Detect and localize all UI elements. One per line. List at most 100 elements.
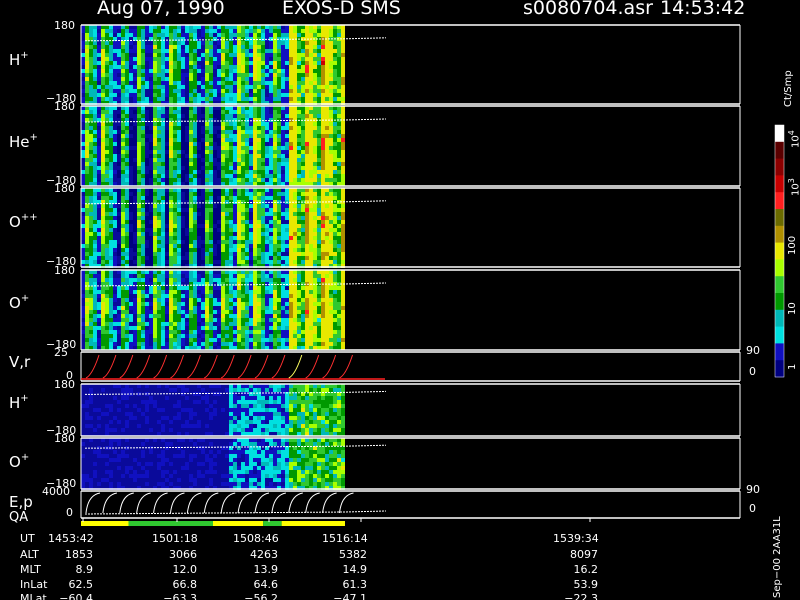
right-tick-bottom: 0 [749, 502, 756, 515]
panel-label-sup: ++ [20, 212, 38, 223]
table-cell: 16.2 [573, 563, 599, 576]
vr-sweep-curve [136, 354, 151, 379]
vr-sweep-curve [204, 354, 218, 379]
qa-label: QA [9, 510, 29, 525]
vr-sweep-curve [237, 354, 252, 379]
ep-sweep-curve [119, 492, 134, 514]
vr-sweep-curve [119, 354, 134, 379]
ep-sweep-curve [288, 492, 303, 514]
y-tick-max: 25 [54, 346, 68, 359]
panel-label-he-plus: He+ [9, 132, 38, 151]
table-cell: 62.5 [68, 578, 94, 591]
colorbar-label-10e4: 104 [787, 130, 800, 148]
colorbar-swatch-2 [775, 158, 784, 176]
colorbar-swatch-1 [775, 141, 784, 160]
ep-sweep-curve [153, 492, 168, 514]
vr-sweep-curve [102, 354, 117, 379]
table-cell: −60.4 [59, 592, 93, 600]
right-tick-bottom: 0 [749, 365, 756, 378]
vr-sweep-curve [322, 354, 337, 379]
y-tick-max: 180 [54, 378, 75, 391]
panel-label-sup: + [29, 132, 38, 143]
colorbar-swatch-0 [775, 125, 784, 143]
y-tick-min: 0 [66, 506, 73, 519]
ep-sweep-curve [322, 492, 337, 514]
colorbar-label-10e3: 103 [787, 178, 800, 196]
colorbar-swatch-7 [775, 242, 784, 260]
ep-trace-line [84, 510, 387, 515]
panel-label-sup: + [20, 293, 30, 304]
ep-sweep-curve [102, 492, 118, 514]
ep-sweep-curve [254, 492, 270, 514]
row-label-mlt: MLT [20, 563, 41, 576]
panel-label-text: O [9, 453, 21, 471]
table-cell: 66.8 [172, 578, 198, 591]
qa-segment-3 [263, 521, 282, 526]
colorbar-swatch-10 [775, 293, 784, 311]
colorbar-swatch-5 [775, 209, 784, 227]
panel-label-h-plus-2: H+ [9, 393, 29, 412]
sms-spectrogram-page: { "header":{"date":"Aug 07, 1990","instr… [0, 0, 800, 600]
row-label-inlat: InLat [20, 578, 48, 591]
panel-label-vr: V,r [9, 353, 30, 371]
colorbar-unit: Ct/Smp [783, 70, 794, 107]
qa-segment-4 [281, 521, 345, 526]
table-cell: 1516:14 [322, 532, 368, 545]
vr-sweep-curve [187, 354, 201, 379]
vr-sweep-curve [288, 354, 303, 379]
colorbar-swatch-9 [775, 276, 784, 294]
table-cell: 61.3 [342, 578, 368, 591]
qa-segment-2 [213, 521, 264, 526]
table-cell: 3066 [169, 548, 197, 561]
table-cell: 14.9 [342, 563, 368, 576]
colorbar-swatch-4 [775, 192, 784, 210]
table-cell: 1853 [65, 548, 93, 561]
panel-label-text: H [9, 394, 21, 412]
panel-label-ep: E,p [9, 493, 33, 511]
panel-label-text: O [9, 213, 21, 231]
spectrogram-chart [80, 24, 785, 526]
table-cell: −47.1 [333, 592, 367, 600]
colorbar-swatch-8 [775, 259, 784, 277]
colorbar-swatch-12 [775, 326, 784, 344]
panel-label-text: H [9, 51, 21, 69]
panel-label-text: He [9, 133, 30, 151]
table-cell: 1501:18 [152, 532, 198, 545]
panel-label-text: V,r [9, 353, 31, 371]
panel-label-text: E,p [9, 493, 33, 511]
ep-sweep-curve [203, 492, 219, 514]
table-cell: 12.0 [172, 563, 198, 576]
ep-sweep-curve [305, 492, 320, 514]
colorbar-swatch-3 [775, 175, 784, 193]
ep-sweep-curve [271, 492, 287, 514]
vr-sweep-curve [220, 354, 235, 379]
ep-sweep-curve [339, 492, 354, 514]
ep-sweep-curve [136, 492, 151, 514]
ep-sweep-curve [85, 492, 101, 514]
y-tick-max: 180 [54, 182, 75, 195]
table-cell: −56.2 [244, 592, 278, 600]
footer-side-text: Sep−00 2AA31L [772, 516, 783, 598]
table-cell: 1453:42 [48, 532, 94, 545]
row-label-alt: ALT [20, 548, 39, 561]
y-tick-max: 180 [54, 100, 75, 113]
colorbar-label-10: 10 [787, 302, 798, 315]
table-cell: 5382 [339, 548, 367, 561]
panel-label-sup: + [20, 452, 30, 463]
ep-sweep-curve [170, 492, 185, 514]
panel-label-sup: + [20, 50, 29, 61]
panel-label-o-plus-plus: O++ [9, 212, 38, 231]
table-cell: 1508:46 [233, 532, 279, 545]
table-cell: 64.6 [253, 578, 279, 591]
colorbar-label-100: 100 [787, 235, 798, 255]
panel-label-text: O [9, 294, 21, 312]
y-tick-max: 180 [54, 19, 75, 32]
vr-sweep-curve [339, 354, 353, 379]
colorbar-label-1: 1 [787, 363, 798, 370]
qa-segment-1 [128, 521, 213, 526]
y-tick-max: 4000 [42, 485, 70, 498]
qa-segment-0 [81, 521, 129, 526]
panel-label-o-plus: O+ [9, 293, 29, 312]
vr-sweep-curve [153, 354, 168, 379]
vr-sweep-curve [85, 354, 100, 379]
